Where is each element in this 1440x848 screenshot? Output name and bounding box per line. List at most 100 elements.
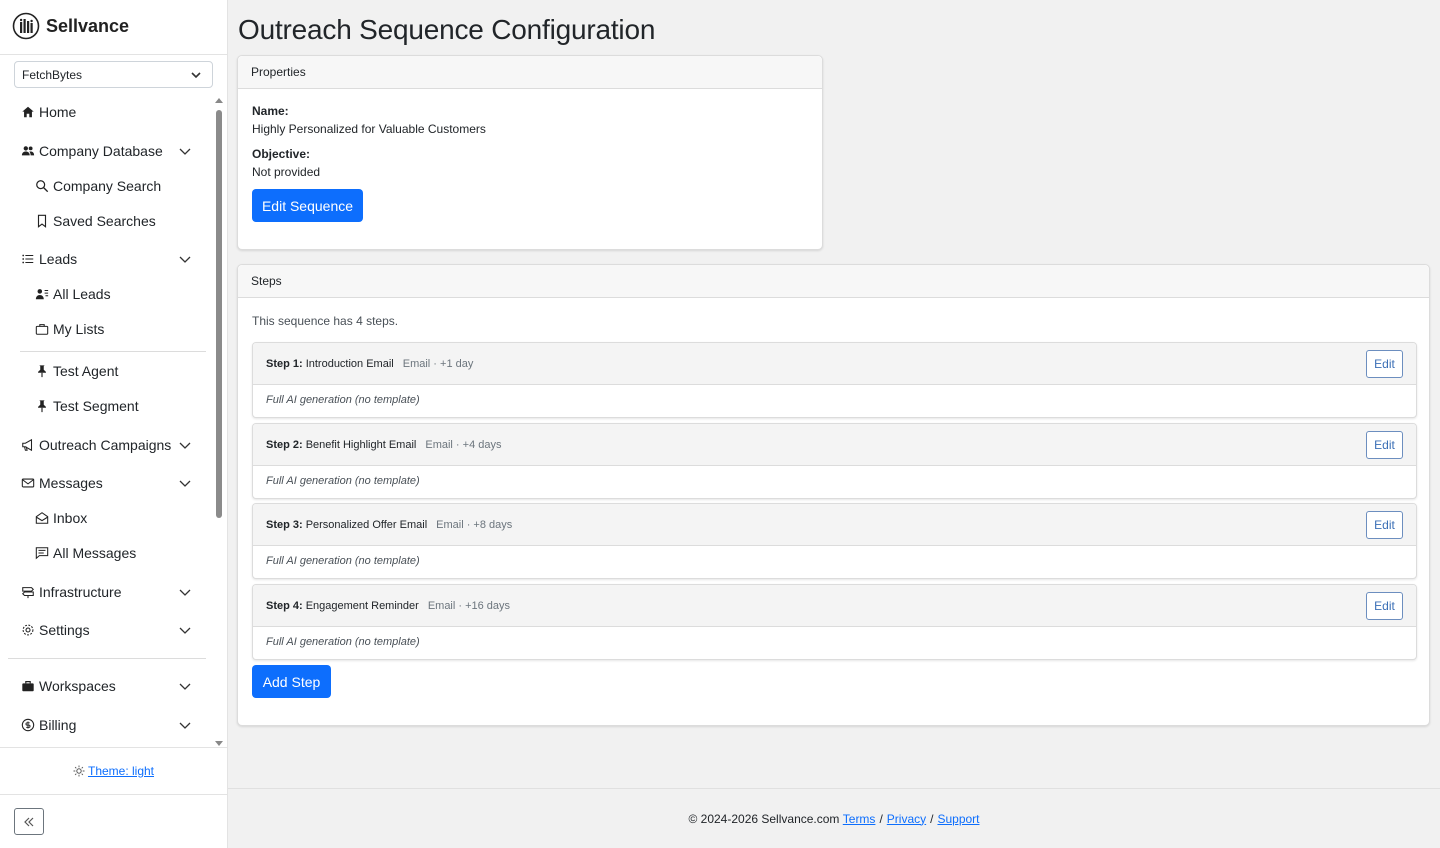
collapse-sidebar-button[interactable] bbox=[14, 808, 44, 835]
step-card: Step 4: Engagement Reminder Email · +16 … bbox=[252, 584, 1417, 660]
scroll-down-arrow[interactable] bbox=[215, 741, 223, 746]
chevron-down-icon[interactable] bbox=[178, 438, 192, 452]
list-icon bbox=[20, 251, 36, 267]
edit-step-button[interactable]: Edit bbox=[1366, 350, 1403, 378]
step-card: Step 2: Benefit Highlight Email Email · … bbox=[252, 423, 1417, 499]
chevron-down-icon[interactable] bbox=[178, 718, 192, 732]
sidebar-item-saved-searches[interactable]: Saved Searches bbox=[34, 211, 156, 231]
sidebar-item-infrastructure[interactable]: Infrastructure bbox=[20, 582, 121, 602]
sidebar-item-billing[interactable]: Billing bbox=[20, 715, 76, 735]
nav-divider bbox=[8, 658, 206, 659]
step-title: Personalized Offer Email bbox=[305, 518, 428, 531]
brand-name: Sellvance bbox=[46, 15, 130, 36]
chat-lines-icon bbox=[34, 545, 50, 561]
sidebar-item-company-database[interactable]: Company Database bbox=[20, 141, 163, 161]
bookmark-icon bbox=[34, 213, 50, 229]
footer-copyright: © 2024-2026 Sellvance.com bbox=[688, 811, 840, 826]
workspace-select[interactable]: FetchBytes bbox=[14, 61, 213, 88]
step-meta: Email · +8 days bbox=[436, 518, 513, 531]
footer: © 2024-2026 Sellvance.com Terms / Privac… bbox=[228, 788, 1440, 848]
edit-step-button[interactable]: Edit bbox=[1366, 592, 1403, 620]
step-number: Step 4: bbox=[266, 599, 303, 612]
chevron-down-icon[interactable] bbox=[178, 476, 192, 490]
pin-icon bbox=[34, 398, 50, 414]
name-label: Name: bbox=[252, 104, 289, 118]
edit-step-button[interactable]: Edit bbox=[1366, 511, 1403, 539]
footer-support-link[interactable]: Support bbox=[937, 812, 979, 826]
footer-privacy-link[interactable]: Privacy bbox=[887, 812, 926, 826]
footer-terms-link[interactable]: Terms bbox=[843, 812, 876, 826]
workspace-select-value: FetchBytes bbox=[22, 67, 83, 82]
objective-label: Objective: bbox=[252, 147, 311, 161]
add-step-button[interactable]: Add Step bbox=[252, 665, 331, 698]
chevron-down-icon[interactable] bbox=[178, 585, 192, 599]
chevron-down-icon[interactable] bbox=[178, 252, 192, 266]
step-title: Introduction Email bbox=[305, 357, 394, 370]
signpost-icon bbox=[20, 584, 36, 600]
brand-divider bbox=[0, 54, 227, 55]
step-title: Benefit Highlight Email bbox=[305, 438, 417, 451]
step-body: Full AI generation (no template) bbox=[266, 394, 420, 406]
edit-step-button[interactable]: Edit bbox=[1366, 431, 1403, 459]
step-number: Step 1: bbox=[266, 357, 303, 370]
sidebar-item-test-agent[interactable]: Test Agent bbox=[34, 361, 118, 381]
person-lines-icon bbox=[34, 286, 50, 302]
steps-card-header: Steps bbox=[238, 265, 1429, 298]
sidebar-scrollbar[interactable] bbox=[214, 98, 224, 746]
footer-separator: / bbox=[930, 811, 934, 826]
sidebar-nav: Home Company Database Company Search Sav… bbox=[0, 96, 212, 742]
properties-card-header: Properties bbox=[238, 56, 822, 89]
sidebar-item-test-segment[interactable]: Test Segment bbox=[34, 396, 139, 416]
page-title: Outreach Sequence Configuration bbox=[238, 14, 656, 45]
sidebar-item-all-leads[interactable]: All Leads bbox=[34, 284, 111, 304]
edit-sequence-button[interactable]: Edit Sequence bbox=[252, 189, 363, 222]
step-body: Full AI generation (no template) bbox=[266, 555, 420, 567]
currency-icon bbox=[20, 717, 36, 733]
search-icon bbox=[34, 178, 50, 194]
footer-separator: / bbox=[879, 811, 883, 826]
sidebar-item-company-search[interactable]: Company Search bbox=[34, 176, 161, 196]
briefcase-icon bbox=[34, 321, 50, 337]
brand-logo-icon bbox=[12, 12, 40, 40]
chevron-down-icon bbox=[191, 71, 201, 78]
sidebar-item-messages[interactable]: Messages bbox=[20, 473, 103, 493]
sidebar-item-workspaces[interactable]: Workspaces bbox=[20, 676, 116, 696]
sidebar-item-outreach-campaigns[interactable]: Outreach Campaigns bbox=[20, 435, 171, 455]
gear-icon bbox=[20, 622, 36, 638]
sidebar-item-leads[interactable]: Leads bbox=[20, 249, 77, 269]
step-header: Step 4: Engagement Reminder Email · +16 … bbox=[253, 585, 1416, 627]
sidebar: Sellvance FetchBytes Home Company Databa… bbox=[0, 0, 228, 848]
step-number: Step 3: bbox=[266, 518, 303, 531]
sidebar-item-my-lists[interactable]: My Lists bbox=[34, 319, 104, 339]
sidebar-item-inbox[interactable]: Inbox bbox=[34, 508, 87, 528]
name-value: Highly Personalized for Valuable Custome… bbox=[252, 122, 486, 136]
step-number: Step 2: bbox=[266, 438, 303, 451]
envelope-open-icon bbox=[34, 510, 50, 526]
megaphone-icon bbox=[20, 437, 36, 453]
chevron-down-icon[interactable] bbox=[178, 623, 192, 637]
sidebar-item-settings[interactable]: Settings bbox=[20, 620, 90, 640]
briefcase-fill-icon bbox=[20, 678, 36, 694]
people-icon bbox=[20, 143, 36, 159]
step-meta: Email · +16 days bbox=[427, 599, 511, 612]
chevron-down-icon[interactable] bbox=[178, 144, 192, 158]
step-body: Full AI generation (no template) bbox=[266, 475, 420, 487]
envelope-icon bbox=[20, 475, 36, 491]
step-title: Engagement Reminder bbox=[305, 599, 419, 612]
sidebar-item-home[interactable]: Home bbox=[20, 102, 76, 122]
step-body: Full AI generation (no template) bbox=[266, 636, 420, 648]
objective-value: Not provided bbox=[252, 165, 321, 179]
theme-toggle-link[interactable]: Theme: light bbox=[73, 764, 154, 778]
main-content: Outreach Sequence Configuration Properti… bbox=[228, 0, 1440, 848]
scrollbar-thumb[interactable] bbox=[216, 110, 222, 518]
brand[interactable]: Sellvance bbox=[12, 12, 129, 40]
nav-divider bbox=[20, 351, 206, 352]
properties-card: Properties Name: Highly Personalized for… bbox=[237, 55, 823, 250]
sidebar-item-all-messages[interactable]: All Messages bbox=[34, 543, 136, 563]
step-card: Step 1: Introduction Email Email · +1 da… bbox=[252, 342, 1417, 418]
home-icon bbox=[20, 104, 36, 120]
scroll-up-arrow[interactable] bbox=[215, 98, 223, 103]
step-header: Step 1: Introduction Email Email · +1 da… bbox=[253, 343, 1416, 385]
chevron-down-icon[interactable] bbox=[178, 679, 192, 693]
sun-icon bbox=[73, 765, 85, 777]
